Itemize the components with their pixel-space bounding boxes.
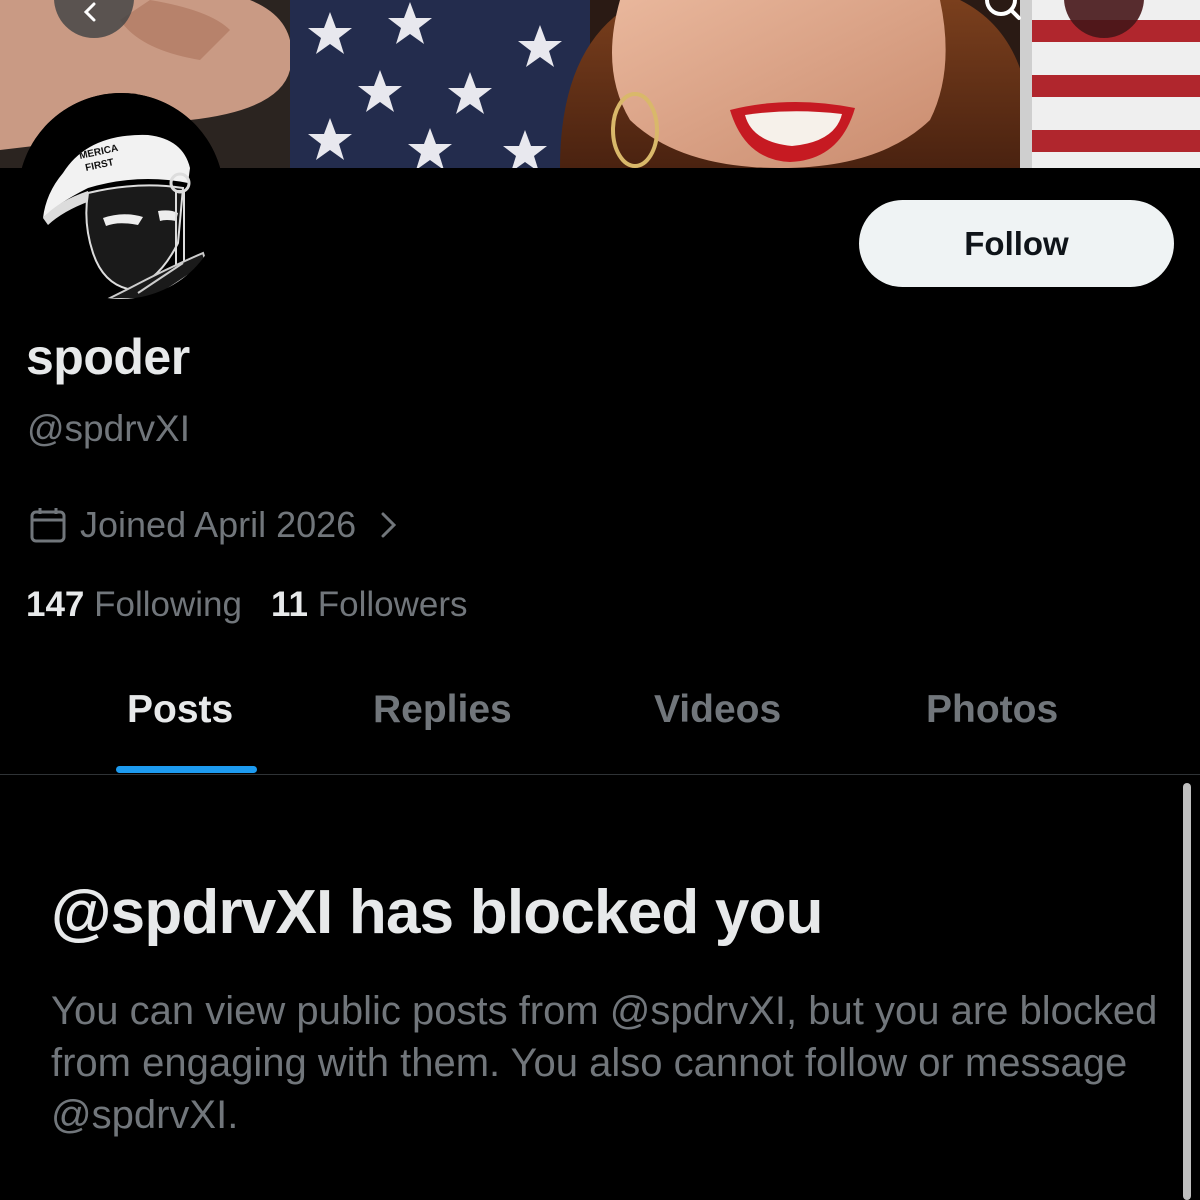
- follow-button[interactable]: Follow: [859, 200, 1174, 287]
- tab-videos[interactable]: Videos: [654, 688, 781, 732]
- tab-photos[interactable]: Photos: [926, 688, 1058, 732]
- more-icon: [1104, 21, 1105, 22]
- calendar-icon: [30, 508, 66, 543]
- following-count: 147: [26, 585, 85, 624]
- tab-replies[interactable]: Replies: [373, 688, 512, 732]
- following-label: Following: [94, 585, 242, 624]
- blocked-title: @spdrvXI has blocked you: [51, 878, 824, 947]
- profile-page: MERICA FIRST Follow spoder @spdrvXI Join…: [0, 0, 1200, 1200]
- joined-label: Joined April 2026: [80, 504, 357, 545]
- followers-count: 11: [271, 585, 308, 624]
- scrollbar[interactable]: [1183, 783, 1191, 1200]
- following-stat[interactable]: 147 Following: [26, 585, 242, 625]
- avatar[interactable]: MERICA FIRST: [18, 93, 224, 299]
- joined-date[interactable]: Joined April 2026: [28, 503, 404, 547]
- followers-label: Followers: [317, 585, 468, 624]
- chevron-right-icon: [381, 512, 397, 538]
- search-icon: [985, 0, 1021, 20]
- user-handle: @spdrvXI: [27, 408, 190, 449]
- avatar-image: MERICA FIRST: [18, 93, 224, 299]
- display-name: spoder: [26, 329, 190, 385]
- profile-tabs: Posts Replies Videos Photos: [0, 672, 1200, 775]
- follow-stats: 147 Following 11 Followers: [26, 585, 468, 625]
- active-tab-indicator: [116, 766, 257, 773]
- tab-posts[interactable]: Posts: [127, 688, 233, 732]
- followers-stat[interactable]: 11 Followers: [271, 585, 468, 625]
- blocked-description: You can view public posts from @spdrvXI,…: [51, 989, 1158, 1137]
- back-arrow-icon: [83, 2, 96, 22]
